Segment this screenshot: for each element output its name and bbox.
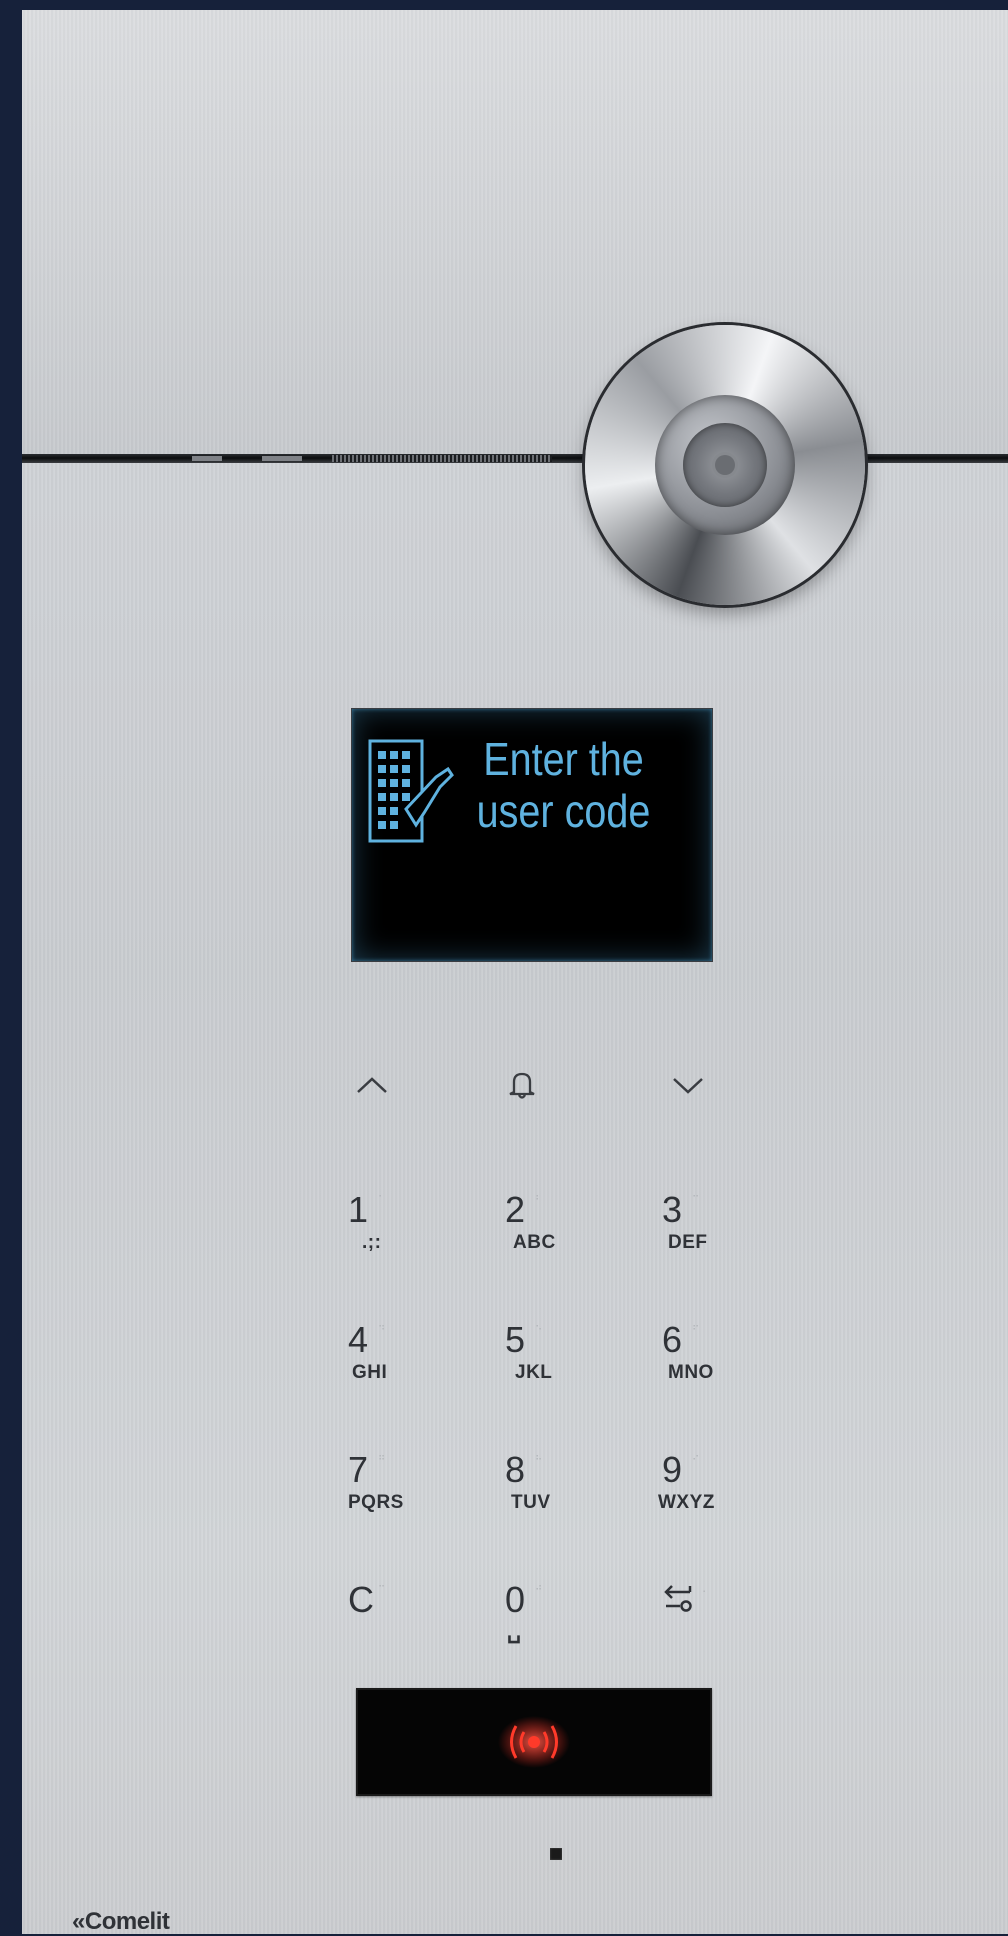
rfid-reader-icon — [498, 1716, 570, 1768]
key-1[interactable]: 1 .;: ⠁ — [348, 1190, 458, 1276]
braille-dots-icon: ⠑ — [535, 1325, 543, 1336]
door-entry-panel: Enter the user code 1 .;: ⠁ 2 ABC ⠃ 3 DE… — [22, 10, 1008, 1936]
rfid-reader[interactable] — [356, 1688, 712, 1796]
key-letters: .;: — [362, 1232, 382, 1253]
display-message: Enter the user code — [476, 733, 651, 837]
braille-dots-icon: ⠄ — [702, 1585, 710, 1596]
key-digit: 2 — [505, 1189, 526, 1230]
key-letters: DEF — [668, 1232, 708, 1253]
key-digit: 4 — [348, 1319, 369, 1360]
call-button[interactable] — [492, 1060, 552, 1110]
brand-logo: «Comelit — [72, 1908, 170, 1936]
microphone-icon — [550, 1848, 562, 1860]
key-3[interactable]: 3 DEF ⠉ — [662, 1190, 772, 1276]
braille-dots-icon: ⠚ — [535, 1585, 543, 1596]
key-letters: PQRS — [348, 1492, 404, 1513]
key-letters: WXYZ — [658, 1492, 715, 1513]
braille-dots-icon: ⠃ — [535, 1195, 543, 1206]
key-digit: 0 — [505, 1579, 526, 1620]
braille-dots-icon: ⠁ — [378, 1195, 386, 1206]
braille-dots-icon: ⠓ — [535, 1455, 543, 1466]
key-letters: MNO — [668, 1362, 714, 1383]
brand-mark: « — [72, 1908, 85, 1935]
key-letters: JKL — [515, 1362, 553, 1383]
camera-lens-icon — [683, 423, 767, 507]
braille-dots-icon: ⠉ — [692, 1195, 700, 1206]
scroll-down-button[interactable] — [658, 1060, 718, 1110]
key-5[interactable]: 5 JKL ⠑ — [505, 1320, 615, 1406]
key-letters: ␣ — [507, 1618, 522, 1643]
chevron-down-icon — [673, 1078, 703, 1094]
key-clear[interactable]: C ⠉ — [348, 1580, 458, 1666]
panel-top-section — [22, 10, 1008, 455]
braille-dots-icon: ⠉ — [378, 1585, 386, 1596]
key-4[interactable]: 4 GHI ⠙ — [348, 1320, 458, 1406]
key-9[interactable]: 9 WXYZ ⠊ — [658, 1449, 772, 1536]
key-8[interactable]: 8 TUV ⠓ — [505, 1450, 615, 1536]
key-letters: GHI — [352, 1362, 388, 1383]
braille-dots-icon: ⠊ — [692, 1455, 700, 1466]
seam-mark — [262, 456, 302, 461]
key-digit: 3 — [662, 1189, 683, 1230]
braille-dots-icon: ⠋ — [692, 1325, 700, 1336]
key-enter-icon — [664, 1585, 692, 1612]
speaker-grill — [332, 455, 552, 462]
bell-icon — [509, 1072, 535, 1099]
camera-module — [585, 325, 865, 605]
camera-housing — [655, 395, 795, 535]
keypad-hand-icon — [368, 739, 454, 843]
key-0[interactable]: 0 ␣ ⠚ — [505, 1580, 615, 1666]
key-7[interactable]: 7 PQRS ⠛ — [348, 1450, 458, 1536]
key-digit: 8 — [505, 1449, 526, 1490]
key-digit: C — [348, 1579, 374, 1620]
key-digit: 1 — [348, 1189, 369, 1230]
braille-dots-icon: ⠛ — [378, 1455, 386, 1466]
key-digit: 9 — [662, 1449, 683, 1490]
key-letters: ABC — [513, 1232, 556, 1253]
scroll-up-button[interactable] — [342, 1060, 402, 1110]
display-screen: Enter the user code — [351, 708, 713, 962]
braille-dots-icon: ⠙ — [378, 1325, 386, 1336]
key-digit: 6 — [662, 1319, 683, 1360]
key-letters: TUV — [511, 1492, 551, 1513]
seam-mark — [192, 456, 222, 461]
chevron-up-icon — [357, 1077, 387, 1093]
key-enter[interactable]: ⠄ — [662, 1580, 772, 1666]
key-2[interactable]: 2 ABC ⠃ — [505, 1190, 615, 1276]
key-digit: 7 — [348, 1449, 369, 1490]
key-6[interactable]: 6 MNO ⠋ — [662, 1320, 772, 1406]
key-digit: 5 — [505, 1319, 526, 1360]
brand-name: Comelit — [84, 1908, 170, 1935]
